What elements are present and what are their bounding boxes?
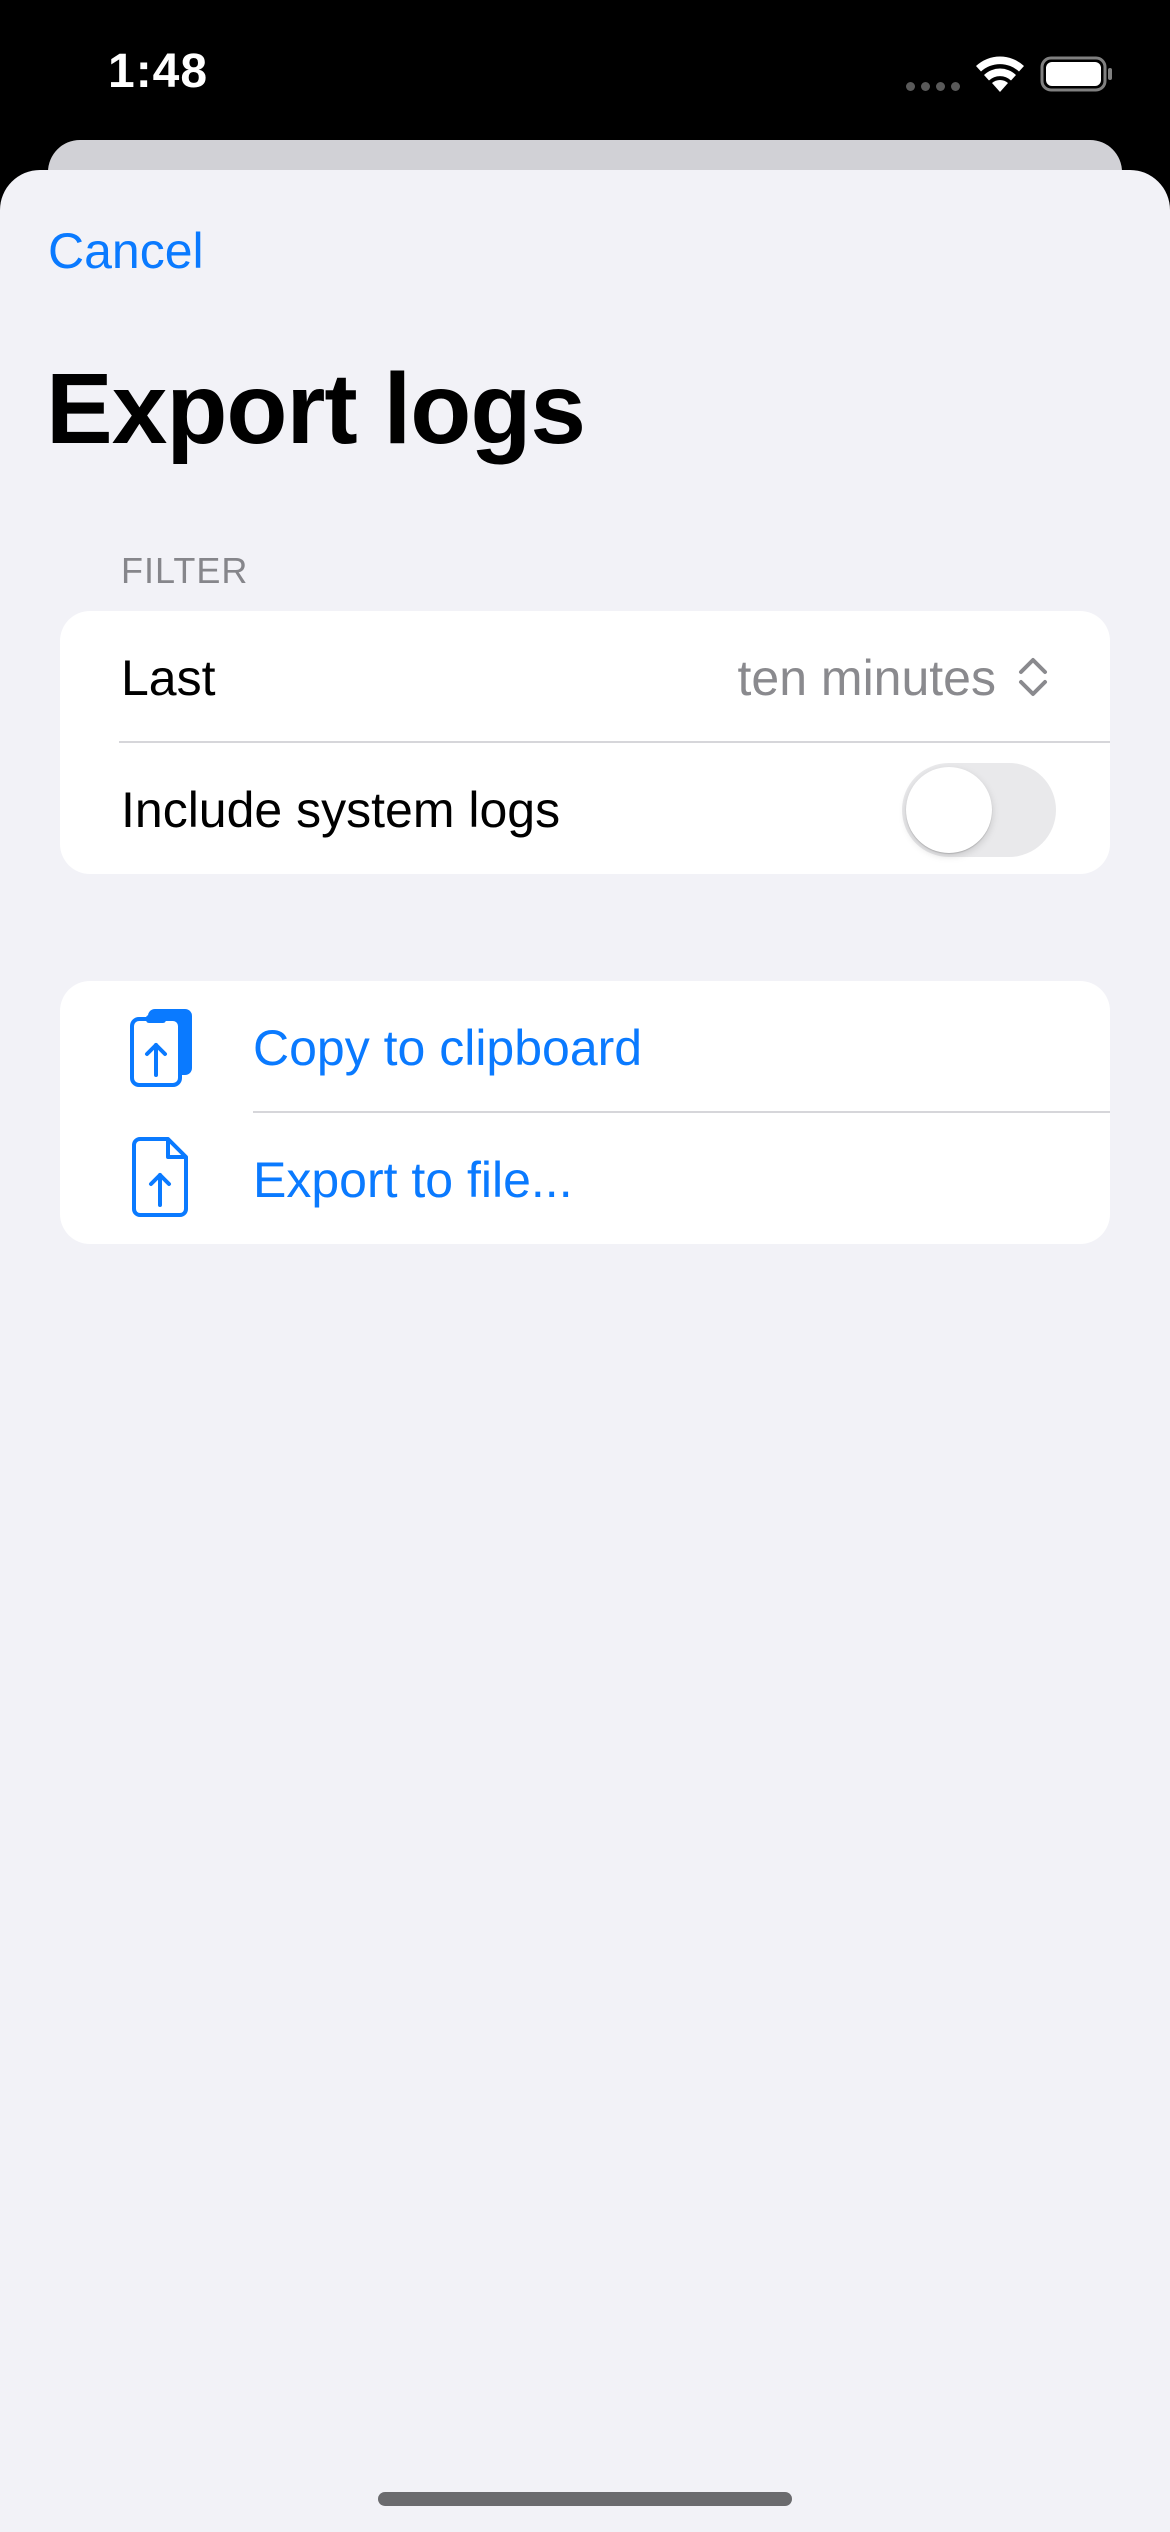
clipboard-upload-icon [130,1009,192,1087]
export-logs-sheet [0,170,1170,2532]
cellular-signal-icon [906,82,960,91]
filter-group: Last ten minutes Include system logs [60,611,1110,874]
home-indicator[interactable] [378,2492,792,2506]
chevron-up-down-icon [1019,658,1047,696]
actions-group: Copy to clipboard Export to file... [60,981,1110,1244]
system-logs-toggle[interactable] [902,763,1056,857]
last-picker-row[interactable]: Last ten minutes [60,611,1110,742]
copy-to-clipboard-row[interactable]: Copy to clipboard [60,981,1110,1112]
document-upload-icon [132,1137,188,1217]
status-bar: 1:48 [0,0,1170,150]
last-picker-value[interactable]: ten minutes [738,649,996,707]
export-to-file-label: Export to file... [253,1152,573,1208]
toggle-knob [906,767,992,853]
cancel-button[interactable]: Cancel [48,222,204,280]
wifi-icon [976,56,1024,92]
copy-to-clipboard-label: Copy to clipboard [253,1020,643,1076]
battery-icon [1040,56,1112,92]
status-time: 1:48 [108,45,209,98]
filter-section-header: FILTER [121,550,249,591]
last-label: Last [121,650,216,706]
export-to-file-row[interactable]: Export to file... [60,1113,1110,1244]
system-logs-label: Include system logs [121,782,561,838]
page-title: Export logs [46,353,586,465]
